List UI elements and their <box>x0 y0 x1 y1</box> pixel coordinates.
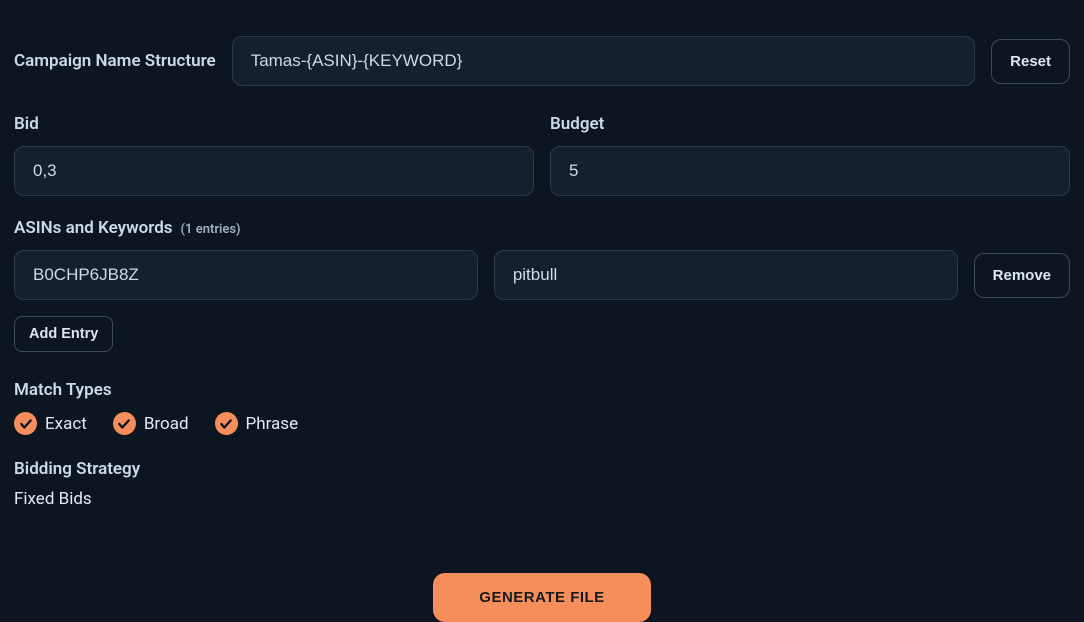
bidding-strategy-label: Bidding Strategy <box>14 459 1070 479</box>
reset-button[interactable]: Reset <box>991 39 1070 84</box>
bid-input[interactable] <box>14 146 534 196</box>
campaign-structure-input[interactable] <box>232 36 975 86</box>
generate-file-button[interactable]: GENERATE FILE <box>433 573 650 622</box>
campaign-structure-label: Campaign Name Structure <box>14 51 216 71</box>
asin-entry-row: Remove <box>14 250 1070 300</box>
match-option-exact[interactable]: Exact <box>14 412 87 435</box>
match-option-label: Phrase <box>246 414 299 434</box>
entries-count: (1 entries) <box>181 222 241 237</box>
remove-button[interactable]: Remove <box>974 253 1070 298</box>
budget-input[interactable] <box>550 146 1070 196</box>
bid-label: Bid <box>14 114 534 134</box>
check-icon <box>215 412 238 435</box>
match-option-broad[interactable]: Broad <box>113 412 189 435</box>
budget-label: Budget <box>550 114 1070 134</box>
match-option-label: Broad <box>144 414 189 434</box>
asin-input[interactable] <box>14 250 478 300</box>
keyword-input[interactable] <box>494 250 958 300</box>
bidding-strategy-value: Fixed Bids <box>14 489 1070 509</box>
check-icon <box>113 412 136 435</box>
match-types-label: Match Types <box>14 380 1070 400</box>
check-icon <box>14 412 37 435</box>
match-option-label: Exact <box>45 414 87 434</box>
match-option-phrase[interactable]: Phrase <box>215 412 299 435</box>
add-entry-button[interactable]: Add Entry <box>14 316 113 352</box>
asin-keywords-label: ASINs and Keywords <box>14 218 173 238</box>
